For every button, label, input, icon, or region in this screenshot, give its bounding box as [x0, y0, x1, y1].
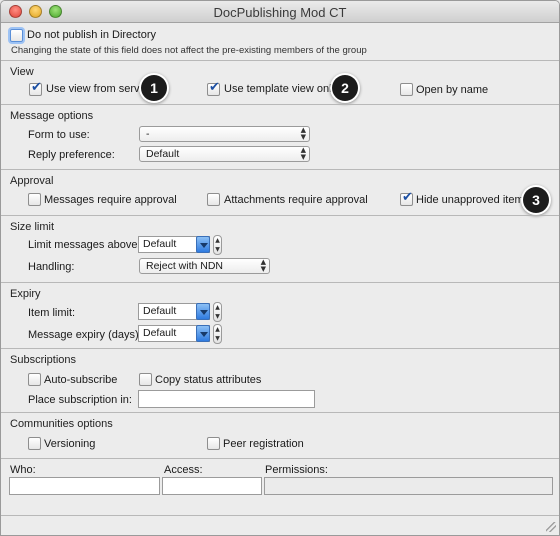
versioning-label: Versioning: [44, 438, 96, 450]
use-view-from-server-label: Use view from server: [46, 83, 150, 95]
use-template-view-only-checkbox[interactable]: [207, 80, 220, 96]
use-template-view-only-label: Use template view only: [224, 83, 338, 95]
item-limit-label: Item limit:: [28, 307, 76, 319]
reply-preference-popup[interactable]: Default ▲ ▼: [139, 146, 310, 162]
messages-require-approval-checkbox[interactable]: [28, 193, 41, 206]
callout-marker-3: 3: [523, 187, 549, 213]
message-expiry-label: Message expiry (days):: [28, 329, 142, 341]
directory-note: Changing the state of this field does no…: [11, 45, 367, 56]
permissions-label: Permissions:: [265, 464, 328, 476]
attachments-require-approval-label: Attachments require approval: [224, 194, 368, 206]
divider: [1, 169, 559, 170]
item-limit-combo[interactable]: Default: [138, 303, 210, 320]
divider: [1, 515, 559, 516]
view-section-title: View: [10, 66, 34, 78]
approval-section-title: Approval: [10, 175, 54, 187]
access-label: Access:: [164, 464, 203, 476]
title-bar[interactable]: DocPublishing Mod CT: [1, 1, 559, 23]
combo-dropdown-button[interactable]: [196, 236, 210, 253]
reply-preference-value: Default: [146, 148, 180, 160]
callout-marker-1: 1: [141, 75, 167, 101]
window-title: DocPublishing Mod CT: [213, 5, 347, 20]
divider: [1, 458, 559, 459]
limit-messages-above-value: Default: [143, 238, 177, 250]
popup-arrows-icon: ▲ ▼: [300, 146, 306, 161]
access-input[interactable]: [162, 477, 262, 495]
form-to-use-label: Form to use:: [28, 129, 90, 141]
limit-messages-above-label: Limit messages above:: [28, 239, 141, 251]
item-limit-value: Default: [143, 305, 177, 317]
popup-arrows-icon: ▲ ▼: [260, 258, 266, 273]
item-limit-stepper[interactable]: ▲ ▼: [213, 302, 222, 322]
permissions-field: [264, 477, 553, 495]
dialog-window: DocPublishing Mod CT Do not publish in D…: [0, 0, 560, 536]
handling-value: Reject with NDN: [146, 260, 224, 272]
subscriptions-section-title: Subscriptions: [10, 354, 77, 366]
divider: [1, 215, 559, 216]
divider: [1, 348, 559, 349]
expiry-section-title: Expiry: [10, 288, 41, 300]
divider: [1, 412, 559, 413]
message-options-section-title: Message options: [10, 110, 94, 122]
peer-registration-checkbox[interactable]: [207, 437, 220, 450]
who-label: Who:: [10, 464, 36, 476]
divider: [1, 60, 559, 61]
handling-label: Handling:: [28, 261, 75, 273]
combo-dropdown-button[interactable]: [196, 303, 210, 320]
no-publish-label: Do not publish in Directory: [27, 29, 157, 41]
divider: [1, 282, 559, 283]
open-by-name-checkbox[interactable]: [400, 83, 413, 96]
limit-messages-stepper[interactable]: ▲ ▼: [213, 235, 222, 255]
size-limit-section-title: Size limit: [10, 221, 55, 233]
hide-unapproved-items-checkbox[interactable]: [400, 190, 413, 206]
callout-marker-2: 2: [332, 75, 358, 101]
form-to-use-value: -: [146, 128, 150, 140]
handling-popup[interactable]: Reject with NDN ▲ ▼: [139, 258, 270, 274]
divider: [1, 104, 559, 105]
message-expiry-combo[interactable]: Default: [138, 325, 210, 342]
message-expiry-value: Default: [143, 327, 177, 339]
hide-unapproved-items-label: Hide unapproved items: [416, 194, 530, 206]
attachments-require-approval-checkbox[interactable]: [207, 193, 220, 206]
copy-status-attributes-label: Copy status attributes: [155, 374, 262, 386]
peer-registration-label: Peer registration: [223, 438, 304, 450]
message-expiry-stepper[interactable]: ▲ ▼: [213, 324, 222, 344]
form-to-use-popup[interactable]: - ▲ ▼: [139, 126, 310, 142]
messages-require-approval-label: Messages require approval: [44, 194, 177, 206]
place-subscription-input[interactable]: [138, 390, 315, 408]
reply-preference-label: Reply preference:: [28, 149, 115, 161]
no-publish-checkbox[interactable]: [10, 29, 23, 42]
place-subscription-label: Place subscription in:: [28, 394, 132, 406]
auto-subscribe-checkbox[interactable]: [28, 373, 41, 386]
use-view-from-server-checkbox[interactable]: [29, 80, 42, 96]
who-input[interactable]: [9, 477, 160, 495]
popup-arrows-icon: ▲ ▼: [300, 126, 306, 141]
open-by-name-label: Open by name: [416, 84, 489, 96]
resize-grip-icon[interactable]: [546, 522, 556, 532]
communities-section-title: Communities options: [10, 418, 113, 430]
limit-messages-above-combo[interactable]: Default: [138, 236, 210, 253]
copy-status-attributes-checkbox[interactable]: [139, 373, 152, 386]
combo-dropdown-button[interactable]: [196, 325, 210, 342]
auto-subscribe-label: Auto-subscribe: [44, 374, 118, 386]
versioning-checkbox[interactable]: [28, 437, 41, 450]
